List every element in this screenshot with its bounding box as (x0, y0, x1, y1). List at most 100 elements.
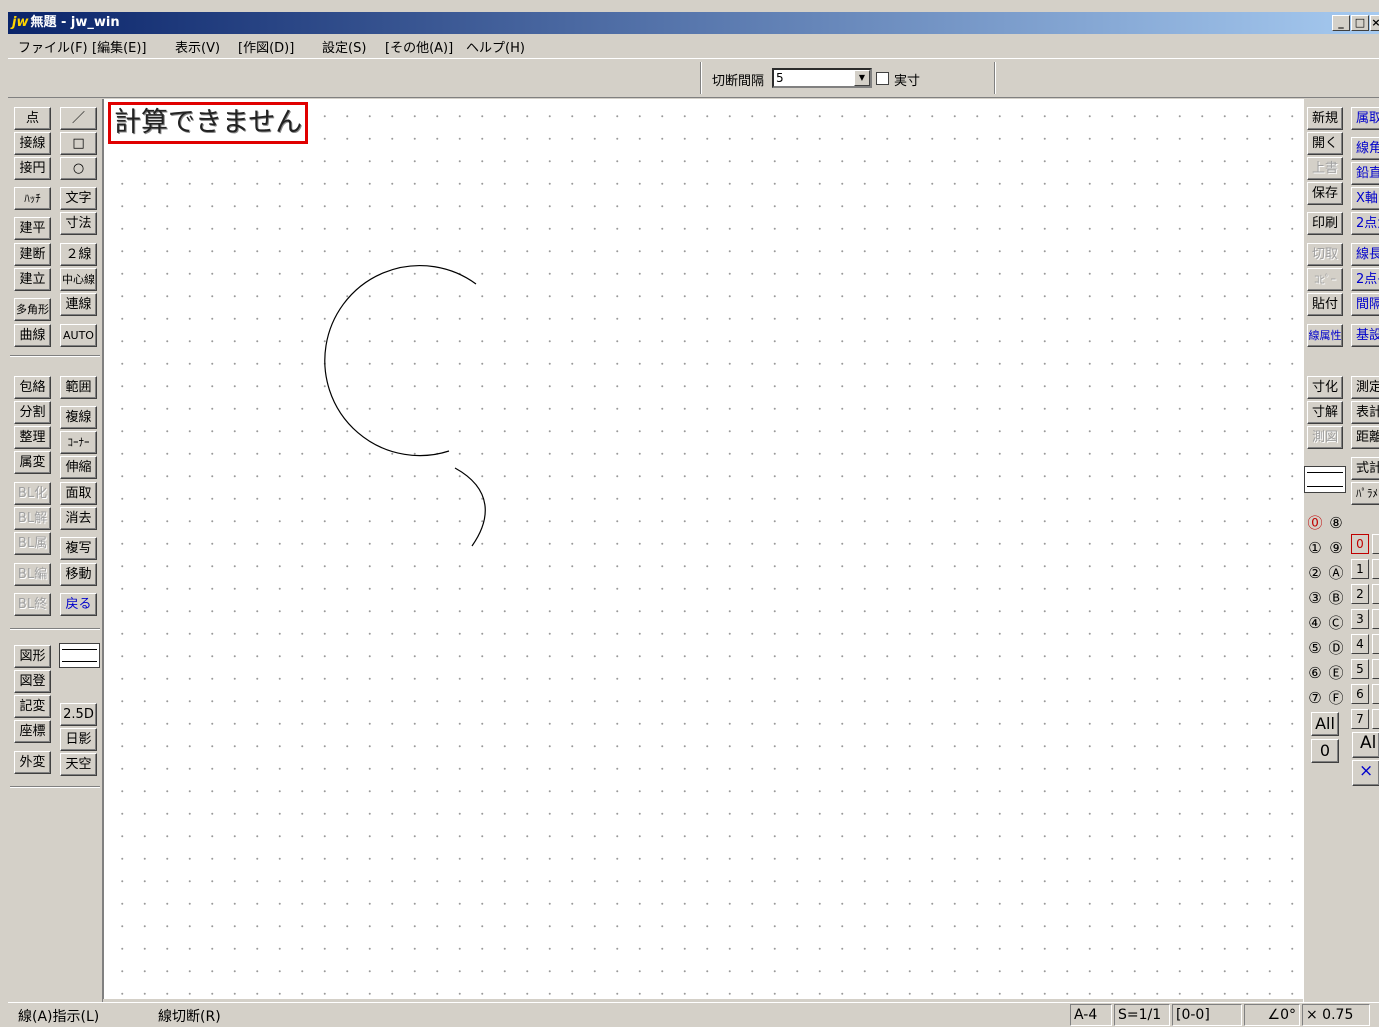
tool-open[interactable]: 開く (1307, 132, 1343, 155)
layer-b[interactable] (1372, 609, 1379, 629)
layer-5[interactable]: 5 (1351, 659, 1369, 679)
tool-curve[interactable]: 曲線 (14, 324, 51, 347)
tool-sun-shadow[interactable]: 日影 (60, 728, 97, 751)
layer-1[interactable]: 1 (1351, 559, 1369, 579)
tool-erase[interactable]: 消去 (60, 507, 97, 530)
tool-line[interactable]: ／ (60, 107, 97, 130)
tool-block-attribute[interactable]: BL属 (14, 532, 51, 555)
layer-9[interactable] (1372, 559, 1379, 579)
angle[interactable]: ∠0° (1244, 1004, 1300, 1026)
tool-elevation[interactable]: 建立 (14, 268, 51, 291)
tool-double-line[interactable]: ２線 (60, 243, 97, 266)
tool-offset[interactable]: 複線 (60, 406, 97, 429)
layer-f[interactable] (1372, 709, 1379, 729)
tool-print[interactable]: 印刷 (1307, 212, 1343, 235)
tool-line-length[interactable]: 線長 (1351, 243, 1379, 266)
tool-circle[interactable]: ○ (60, 157, 97, 180)
tool-parametric[interactable]: ﾊﾟﾗﾒ (1351, 482, 1379, 505)
layer-0[interactable]: 0 (1351, 534, 1369, 554)
right-line-style-preview[interactable] (1304, 466, 1346, 493)
tool-vertical[interactable]: 鉛直 (1351, 162, 1379, 185)
layer-group-2[interactable]: ② (1304, 562, 1326, 584)
tool-x-axis[interactable]: X軸 (1351, 187, 1379, 210)
layer-group-1[interactable]: ① (1304, 537, 1326, 559)
layer-group-a[interactable]: Ⓐ (1325, 562, 1347, 584)
tool-two-point-length[interactable]: 2点長 (1351, 268, 1379, 291)
layer-2[interactable]: 2 (1351, 584, 1369, 604)
layer-group-3[interactable]: ③ (1304, 587, 1326, 609)
tool-hatch[interactable]: ﾊｯﾁ (14, 187, 51, 210)
tool-get-attribute[interactable]: 属取 (1351, 107, 1379, 130)
tool-symbol-change[interactable]: 記変 (14, 695, 51, 718)
layer-group-4[interactable]: ④ (1304, 612, 1326, 634)
menu-help[interactable]: ヘルプ(H) (466, 37, 525, 56)
tool-range[interactable]: 範囲 (60, 376, 97, 399)
tool-tangent[interactable]: 接線 (14, 132, 51, 155)
maximize-button[interactable]: □ (1351, 15, 1369, 31)
tool-section[interactable]: 建断 (14, 243, 51, 266)
tool-dimension[interactable]: 寸法 (60, 212, 97, 235)
layer-c[interactable] (1372, 634, 1379, 654)
tool-attribute-change[interactable]: 属変 (14, 451, 51, 474)
close-button[interactable]: × (1370, 15, 1379, 31)
tool-stretch[interactable]: 伸縮 (60, 456, 97, 479)
layer-group-5[interactable]: ⑤ (1304, 637, 1326, 659)
layer-d[interactable] (1372, 659, 1379, 679)
tool-block-explode[interactable]: BL解 (14, 507, 51, 530)
tool-rectangle[interactable]: □ (60, 132, 97, 155)
layer-group-9[interactable]: ⑨ (1325, 537, 1347, 559)
tool-shape[interactable]: 図形 (14, 645, 51, 668)
tool-block-create[interactable]: BL化 (14, 482, 51, 505)
tool-envelope[interactable]: 包絡 (14, 376, 51, 399)
tool-measure-drawing[interactable]: 測図 (1307, 426, 1343, 449)
menu-other[interactable]: [その他(A)] (385, 37, 453, 56)
layer-group-all-button[interactable]: All (1311, 712, 1339, 736)
tool-paste[interactable]: 貼付 (1307, 293, 1343, 316)
tool-coordinate[interactable]: 座標 (14, 720, 51, 743)
tool-distance[interactable]: 距離 (1351, 426, 1379, 449)
layer-e[interactable] (1372, 684, 1379, 704)
layer-all-button[interactable]: Al (1352, 732, 1379, 758)
layer-7[interactable]: 7 (1351, 709, 1369, 729)
tool-overwrite[interactable]: 上書 (1307, 157, 1343, 180)
layer-group-f[interactable]: Ⓕ (1325, 687, 1347, 709)
tool-save[interactable]: 保存 (1307, 182, 1343, 205)
menu-view[interactable]: 表示(V) (175, 37, 220, 56)
paper-size[interactable]: A-4 (1070, 1004, 1112, 1026)
tool-polygon[interactable]: 多角形 (14, 298, 51, 321)
tool-two-point-angle[interactable]: 2点角 (1351, 212, 1379, 235)
tool-auto[interactable]: AUTO (60, 324, 97, 347)
scale[interactable]: S=1/1 (1114, 1004, 1170, 1026)
tool-text[interactable]: 文字 (60, 187, 97, 210)
zoom-level[interactable]: × 0.75 (1302, 1004, 1370, 1026)
menu-draw[interactable]: [作図(D)] (238, 37, 294, 56)
cut-interval-combo[interactable]: 5 ▼ (772, 68, 872, 88)
tool-cut[interactable]: 切取 (1307, 243, 1343, 266)
tool-base-setting[interactable]: 基設 (1351, 324, 1379, 347)
tool-block-end[interactable]: BL終 (14, 593, 51, 616)
tool-undo[interactable]: 戻る (60, 593, 97, 616)
layer-group-b[interactable]: Ⓑ (1325, 587, 1347, 609)
tool-line-attribute[interactable]: 線属性 (1307, 324, 1343, 347)
tool-line-angle[interactable]: 線角 (1351, 137, 1379, 160)
menu-settings[interactable]: 設定(S) (322, 37, 366, 56)
layer-a[interactable] (1372, 584, 1379, 604)
tool-corner[interactable]: ｺｰﾅｰ (60, 431, 97, 454)
layer-group-8[interactable]: ⑧ (1325, 512, 1347, 534)
tool-dimension-explode[interactable]: 寸解 (1307, 401, 1343, 424)
tool-block-edit[interactable]: BL編 (14, 563, 51, 586)
tool-move[interactable]: 移動 (60, 563, 97, 586)
menu-file[interactable]: ファイル(F) (18, 37, 88, 56)
tool-divide[interactable]: 分割 (14, 401, 51, 424)
layer-x-button[interactable]: × (1352, 760, 1379, 786)
tool-chamfer[interactable]: 面取 (60, 482, 97, 505)
layer-8[interactable] (1372, 534, 1379, 554)
layer-group-6[interactable]: ⑥ (1304, 662, 1326, 684)
tool-copy[interactable]: 複写 (60, 537, 97, 560)
current-layer[interactable]: [0-0] (1172, 1004, 1242, 1026)
tool-shape-register[interactable]: 図登 (14, 670, 51, 693)
actual-size-checkbox[interactable] (876, 72, 889, 85)
layer-group-d[interactable]: Ⓓ (1325, 637, 1347, 659)
layer-3[interactable]: 3 (1351, 609, 1369, 629)
chevron-down-icon[interactable]: ▼ (854, 70, 870, 86)
